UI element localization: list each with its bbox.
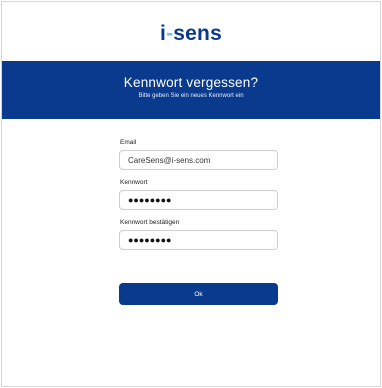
email-label: Email [120,139,137,146]
confirm-password-label: Kennwort bestätigen [120,219,180,226]
password-label: Kennwort [120,179,148,186]
password-field[interactable]: ●●●●●●●● [119,190,278,210]
email-field[interactable]: CareSens@i-sens.com [119,150,278,170]
logo-text-sens: sens [173,22,222,45]
i-sens-logo: i-sens [2,22,380,46]
confirm-password-value: ●●●●●●●● [128,235,172,245]
page-subtitle: Bitte geben Sie ein neues Kennwort ein [138,93,244,99]
password-value: ●●●●●●●● [128,195,172,205]
header-banner: Kennwort vergessen? Bitte geben Sie ein … [2,61,380,119]
ok-button[interactable]: Ok [119,283,278,305]
email-value: CareSens@i-sens.com [128,155,211,165]
confirm-password-field[interactable]: ●●●●●●●● [119,230,278,250]
page-frame: i-sens Kennwort vergessen? Bitte geben S… [1,1,381,387]
reset-password-form: Email CareSens@i-sens.com Kennwort ●●●●●… [119,139,278,259]
page-title: Kennwort vergessen? [123,75,259,90]
